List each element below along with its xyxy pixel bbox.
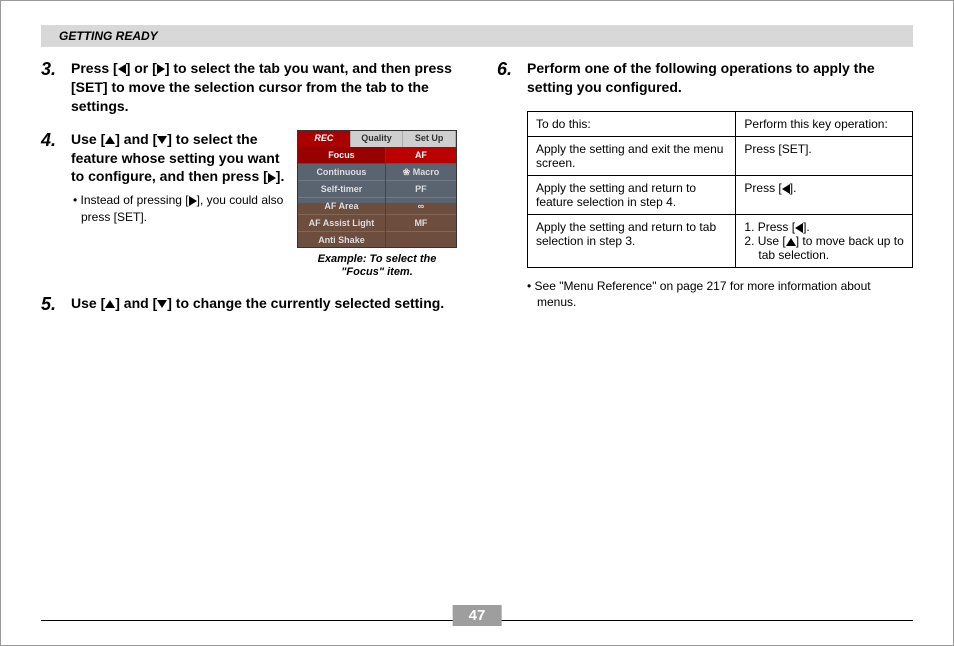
left-column: 3. Press [] or [] to select the tab you … <box>41 59 477 330</box>
step-5: 5. Use [ ] and [ ] to change the currently… <box>41 294 457 316</box>
up-arrow-icon <box>786 238 796 246</box>
menu-item: Continuous <box>298 164 385 181</box>
menu-item: AF Area <box>298 198 385 215</box>
right-arrow-icon <box>157 64 165 74</box>
step-number: 3. <box>41 59 71 116</box>
menu-item: Self-timer <box>298 181 385 198</box>
text: ] and [ <box>115 295 157 311</box>
table-cell: Press [SET]. <box>736 136 913 175</box>
text: ] to change the currently selected setti… <box>167 295 444 311</box>
step-3: 3. Press [] or [] to select the tab you … <box>41 59 457 116</box>
text: Press [ <box>71 60 118 76</box>
table-cell: Press []. <box>736 175 913 214</box>
menu-option: MF <box>386 215 456 232</box>
step-number: 6. <box>497 59 527 97</box>
menu-item: Focus <box>298 147 385 164</box>
menu-option: AF <box>386 147 456 164</box>
table-header-row: To do this: Perform this key operation: <box>528 111 913 136</box>
section-header: GETTING READY <box>41 25 913 47</box>
text: ] and [ <box>115 131 157 147</box>
menu-option: ∞ <box>386 198 456 215</box>
table-cell: Apply the setting and exit the menu scre… <box>528 136 736 175</box>
left-arrow-icon <box>782 184 790 194</box>
menu-figure: REC Quality Set Up Focus Continuous Self… <box>297 130 457 281</box>
page-footer: 47 <box>41 620 913 621</box>
menu-item: AF Assist Light <box>298 215 385 232</box>
right-column: 6. Perform one of the following operatio… <box>477 59 913 330</box>
key-operations-table: To do this: Perform this key operation: … <box>527 111 913 268</box>
up-arrow-icon <box>105 136 115 144</box>
table-cell: Apply the setting and return to feature … <box>528 175 736 214</box>
step-bullet: • Instead of pressing [], you could also… <box>71 192 289 224</box>
step-text: Press [] or [] to select the tab you wan… <box>71 59 457 116</box>
text: Use [ <box>71 295 105 311</box>
table-header: Perform this key operation: <box>736 111 913 136</box>
text: Use [ <box>71 131 105 147</box>
menu-option: PF <box>386 181 456 198</box>
right-arrow-icon <box>268 173 276 183</box>
menu-item-list: Focus Continuous Self-timer AF Area AF A… <box>298 147 385 247</box>
up-arrow-icon <box>105 300 115 308</box>
table-row: Apply the setting and return to tab sele… <box>528 214 913 267</box>
footnote: • See "Menu Reference" on page 217 for m… <box>527 278 913 310</box>
down-arrow-icon <box>157 300 167 308</box>
menu-option: ❀ Macro <box>386 164 456 181</box>
text: ]. <box>803 220 810 234</box>
menu-screenshot: REC Quality Set Up Focus Continuous Self… <box>297 130 457 248</box>
table-row: Apply the setting and exit the menu scre… <box>528 136 913 175</box>
down-arrow-icon <box>157 136 167 144</box>
step-text: Use [] and [] to select the feature whos… <box>71 130 457 281</box>
menu-tab-rec: REC <box>298 131 351 147</box>
table-cell: 1. Press []. 2. Use [] to move back up t… <box>736 214 913 267</box>
table-cell: Apply the setting and return to tab sele… <box>528 214 736 267</box>
menu-option-list: AF ❀ Macro PF ∞ MF <box>385 147 456 247</box>
menu-tab-quality: Quality <box>351 131 404 147</box>
text: ]. <box>276 168 285 184</box>
text: 2. Use [ <box>744 234 785 248</box>
menu-item: Anti Shake <box>298 232 385 248</box>
text: • Instead of pressing [ <box>73 193 189 207</box>
step-text: Perform one of the following operations … <box>527 59 913 97</box>
table-row: Apply the setting and return to feature … <box>528 175 913 214</box>
step-number: 4. <box>41 130 71 281</box>
right-arrow-icon <box>189 196 197 206</box>
step-number: 5. <box>41 294 71 316</box>
left-arrow-icon <box>795 223 803 233</box>
figure-caption: Example: To select the "Focus" item. <box>297 253 457 281</box>
step-4: 4. Use [] and [] to select the feature w… <box>41 130 457 281</box>
text: Press [ <box>744 181 781 195</box>
page-columns: 3. Press [] or [] to select the tab you … <box>1 59 953 330</box>
step-6: 6. Perform one of the following operatio… <box>497 59 913 97</box>
text: 1. Press [ <box>744 220 795 234</box>
step-text: Use [ ] and [ ] to change the currently se… <box>71 294 457 316</box>
text: ] or [ <box>126 60 157 76</box>
text: ]. <box>790 181 797 195</box>
menu-tab-setup: Set Up <box>403 131 456 147</box>
left-arrow-icon <box>118 64 126 74</box>
table-header: To do this: <box>528 111 736 136</box>
page-number: 47 <box>453 605 502 626</box>
